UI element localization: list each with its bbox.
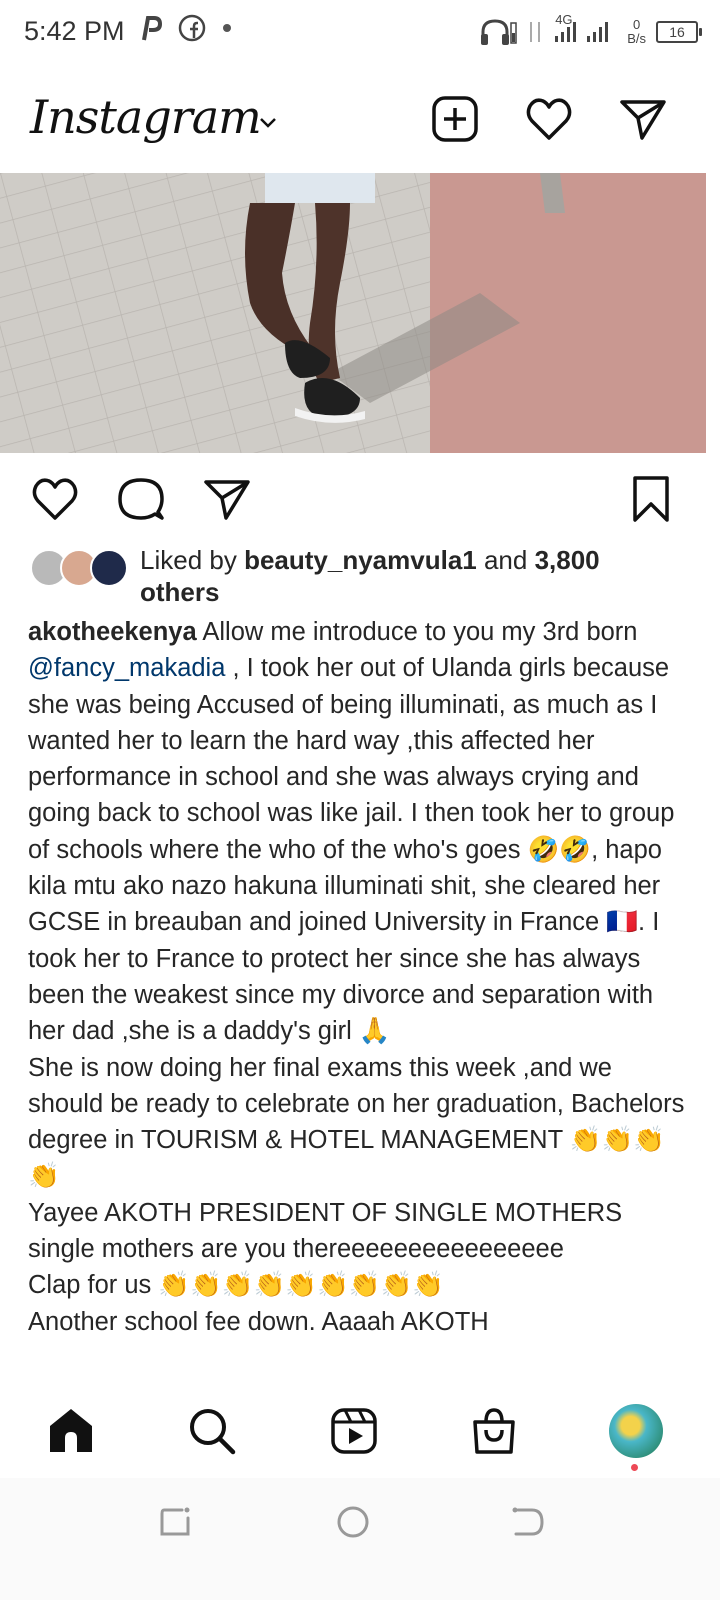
- post-image-illustration: [0, 173, 706, 453]
- battery-icon: 16: [656, 20, 702, 43]
- caption-line: Yayee AKOTH PRESIDENT OF SINGLE MOTHERS …: [28, 1198, 623, 1264]
- status-bar: 5:42 PM 4G 0 B/s 16: [0, 0, 720, 64]
- liked-by-user[interactable]: beauty_nyamvula1: [244, 545, 477, 575]
- likes-text[interactable]: Liked by beauty_nyamvula1 and 3,800 othe…: [140, 544, 660, 608]
- shop-icon[interactable]: [469, 1406, 519, 1456]
- share-icon[interactable]: [202, 474, 252, 524]
- caption-mention[interactable]: @fancy_makadia: [28, 654, 225, 682]
- likes-prefix: Liked by: [140, 545, 245, 575]
- recent-apps-icon[interactable]: [158, 1504, 194, 1540]
- signal-4g: 4G: [553, 12, 617, 49]
- reels-icon[interactable]: [329, 1406, 379, 1456]
- new-post-icon[interactable]: [430, 94, 480, 144]
- status-notification-icons: [140, 14, 232, 42]
- messenger-icon[interactable]: [618, 94, 668, 144]
- facebook-notification-icon: [178, 14, 206, 42]
- network-type-label: 4G: [555, 12, 573, 27]
- system-navigation-bar: [0, 1478, 720, 1600]
- network-speed-unit: B/s: [627, 30, 646, 46]
- post-caption: akotheekenya Allow me introduce to you m…: [28, 614, 688, 1340]
- caption-text: , I took her out of Ulanda girls because…: [28, 654, 675, 1046]
- network-speed-value: 0: [632, 16, 641, 32]
- post-actions: [0, 474, 720, 524]
- pinterest-notification-icon: [142, 16, 162, 41]
- comment-icon[interactable]: [116, 474, 166, 524]
- status-time: 5:42 PM: [24, 16, 125, 46]
- caption-line: She is now doing her final exams this we…: [28, 1053, 685, 1191]
- bottom-navigation: [0, 1400, 720, 1471]
- caption-username[interactable]: akotheekenya: [28, 618, 197, 646]
- liker-avatars[interactable]: [30, 549, 140, 589]
- more-notifications-dot-icon: [223, 24, 231, 32]
- caption-line: Another school fee down. Aaaah AKOTH: [28, 1307, 489, 1336]
- chevron-down-icon[interactable]: [258, 116, 278, 130]
- home-icon[interactable]: [46, 1406, 96, 1456]
- liker-avatar: [90, 549, 128, 587]
- post-image[interactable]: [0, 173, 706, 453]
- data-arrows-icon: [530, 21, 541, 42]
- headphones-icon: [481, 18, 517, 45]
- app-header: Instagram: [0, 80, 720, 170]
- search-icon[interactable]: [187, 1406, 237, 1456]
- home-button-icon[interactable]: [335, 1504, 371, 1540]
- heart-icon[interactable]: [524, 94, 574, 144]
- likes-and: and: [476, 545, 535, 575]
- instagram-logo[interactable]: Instagram: [30, 90, 262, 144]
- notification-dot: [631, 1464, 638, 1471]
- status-system-icons: 4G 0 B/s 16: [479, 12, 702, 49]
- battery-level: 16: [669, 23, 685, 40]
- caption-text: Allow me introduce to you my 3rd born: [196, 618, 638, 646]
- caption-line: Clap for us 👏👏👏👏👏👏👏👏👏: [28, 1271, 445, 1300]
- caption-paragraph: akotheekenya Allow me introduce to you m…: [28, 614, 688, 1050]
- back-icon[interactable]: [510, 1504, 546, 1540]
- save-bookmark-icon[interactable]: [626, 474, 676, 524]
- network-speed: 0 B/s: [627, 16, 646, 46]
- profile-avatar[interactable]: [609, 1404, 663, 1458]
- like-heart-icon[interactable]: [30, 474, 80, 524]
